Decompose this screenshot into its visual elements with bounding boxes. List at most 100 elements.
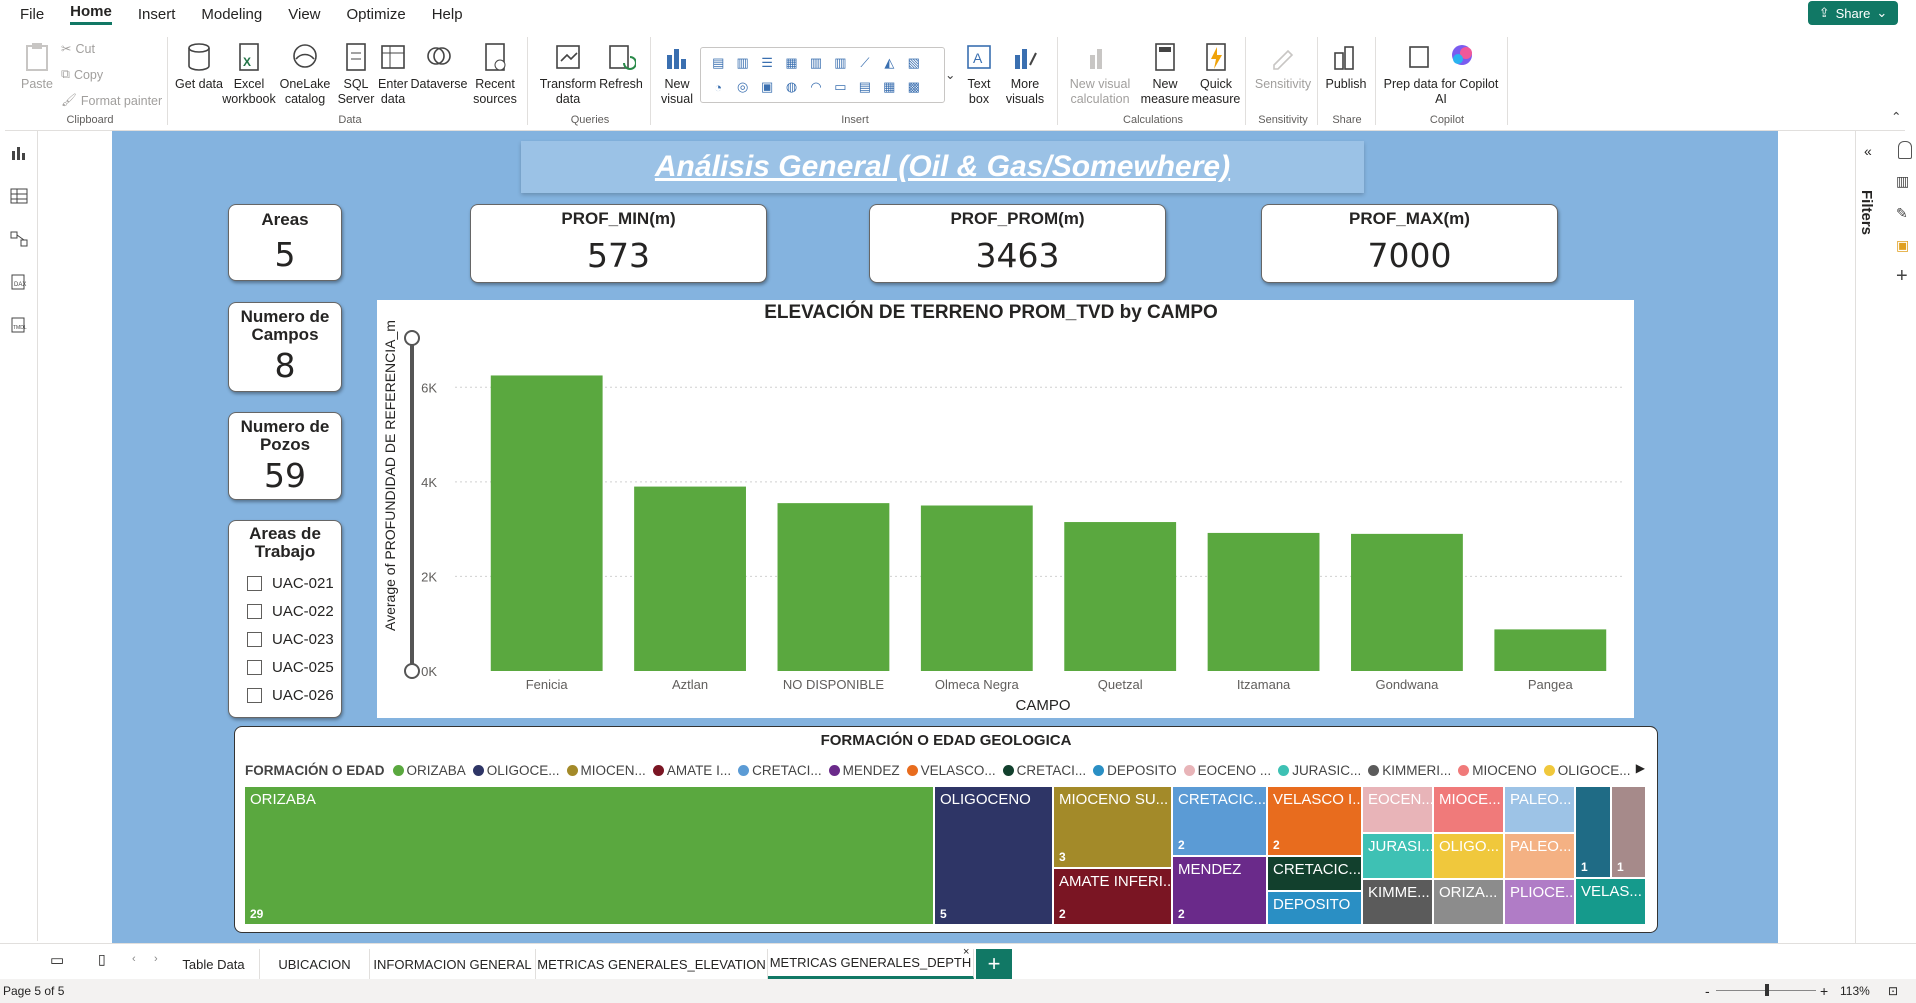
build-visual-icon[interactable]: ▥ bbox=[1896, 173, 1909, 190]
pie-chart-icon[interactable]: ◔ bbox=[706, 75, 730, 99]
checkbox[interactable] bbox=[247, 603, 262, 619]
legend-item[interactable]: JURASIC... bbox=[1278, 763, 1361, 778]
dax-query-icon[interactable]: DAX bbox=[10, 274, 28, 290]
tab-ubicacion[interactable]: UBICACION bbox=[260, 949, 370, 979]
checkbox[interactable] bbox=[247, 631, 262, 647]
menu-view[interactable]: View bbox=[288, 6, 320, 23]
menu-file[interactable]: File bbox=[20, 6, 44, 23]
card-prof-prom[interactable]: PROF_PROM(m) 3463 bbox=[869, 204, 1166, 283]
legend-item[interactable]: CRETACI... bbox=[1002, 763, 1086, 778]
close-tab-icon[interactable]: × bbox=[963, 946, 969, 958]
report-view-icon[interactable] bbox=[10, 145, 28, 161]
treemap-tile[interactable]: CRETACIC... 2 bbox=[1173, 787, 1268, 857]
collapse-ribbon-icon[interactable]: ⌃ bbox=[1891, 109, 1901, 124]
treemap-tile[interactable]: MENDEZ 2 bbox=[1173, 857, 1268, 926]
text-box-button[interactable]: A Text box bbox=[961, 41, 997, 107]
refresh-button[interactable]: Refresh bbox=[599, 41, 643, 92]
table-icon[interactable]: ▦ bbox=[877, 75, 901, 99]
zoom-out-icon[interactable]: - bbox=[1705, 983, 1710, 999]
copy-button[interactable]: ⧉ Copy bbox=[61, 67, 103, 82]
treemap-tile[interactable]: ORIZA... bbox=[1434, 880, 1505, 926]
visual-gallery[interactable]: ▤ ▥ ☰ ▦ ▥ ▥ ⟋ ◭ ▧ ◔ ◎ ▣ ◍ ◠ ▭ ▤ ▦ ▩ bbox=[700, 47, 945, 103]
treemap-tile[interactable]: MIOCE... bbox=[1434, 787, 1505, 834]
desktop-layout-icon[interactable]: ▭ bbox=[50, 951, 64, 969]
enter-data-button[interactable]: Enter data bbox=[375, 41, 411, 107]
treemap-tile[interactable]: JURASI... bbox=[1363, 834, 1434, 880]
menu-modeling[interactable]: Modeling bbox=[201, 6, 262, 23]
add-pane-icon[interactable]: + bbox=[1896, 265, 1908, 288]
slicer-item[interactable]: UAC-022 bbox=[229, 597, 341, 625]
legend-item[interactable]: MENDEZ bbox=[828, 763, 900, 778]
table-view-icon[interactable] bbox=[10, 188, 28, 204]
treemap-tile[interactable]: VELASCO I... 2 bbox=[1268, 787, 1363, 857]
column-chart-icon[interactable]: ▦ bbox=[779, 51, 803, 75]
legend-item[interactable]: OLIGOCE... bbox=[1543, 763, 1631, 778]
data-pane-icon[interactable] bbox=[1898, 141, 1912, 159]
get-data-button[interactable]: Get data bbox=[175, 41, 223, 92]
cut-button[interactable]: ✂ Cut bbox=[61, 41, 95, 57]
onelake-catalog-button[interactable]: OneLake catalog bbox=[277, 41, 333, 107]
treemap-tile[interactable]: DEPOSITO bbox=[1268, 892, 1363, 926]
treemap-tile[interactable]: ORIZABA 29 bbox=[245, 787, 935, 926]
mobile-layout-icon[interactable]: ▯ bbox=[98, 951, 106, 968]
paste-button[interactable]: Paste bbox=[17, 41, 57, 92]
tab-table-data[interactable]: Table Data bbox=[168, 949, 260, 979]
card-numero-campos[interactable]: Numero de Campos 8 bbox=[228, 302, 342, 392]
treemap-tile[interactable]: PLIOCE... bbox=[1505, 880, 1576, 926]
gallery-expand-icon[interactable]: ⌄ bbox=[945, 67, 955, 82]
treemap-tile[interactable]: PALEO... bbox=[1505, 834, 1576, 880]
card-numero-pozos[interactable]: Numero de Pozos 59 bbox=[228, 412, 342, 500]
map-icon[interactable]: ◍ bbox=[779, 75, 803, 99]
card-icon[interactable]: ▭ bbox=[828, 75, 852, 99]
legend-item[interactable]: KIMMERI... bbox=[1368, 763, 1451, 778]
donut-chart-icon[interactable]: ◎ bbox=[730, 75, 754, 99]
quick-measure-button[interactable]: Quick measure bbox=[1191, 41, 1241, 107]
slicer-item[interactable]: UAC-025 bbox=[229, 653, 341, 681]
filters-pane-tab[interactable]: Filters bbox=[1858, 190, 1875, 235]
checkbox[interactable] bbox=[247, 687, 262, 703]
tab-metricas-depth[interactable]: METRICAS GENERALES_DEPTH bbox=[768, 949, 974, 979]
menu-insert[interactable]: Insert bbox=[138, 6, 176, 23]
bookmark-icon[interactable]: ▣ bbox=[1896, 237, 1909, 254]
collapse-filters-icon[interactable]: « bbox=[1864, 143, 1872, 159]
legend-item[interactable]: OLIGOCE... bbox=[472, 763, 560, 778]
format-painter-button[interactable]: 🖌 Format painter bbox=[61, 93, 162, 108]
tab-informacion-general[interactable]: INFORMACION GENERAL bbox=[370, 949, 536, 979]
excel-workbook-button[interactable]: X Excel workbook bbox=[222, 41, 276, 107]
slicer-item[interactable]: UAC-021 bbox=[229, 569, 341, 597]
treemap-tile[interactable]: KIMME... bbox=[1363, 880, 1434, 926]
column-chart-icon[interactable]: ▥ bbox=[730, 51, 754, 75]
line-chart-icon[interactable]: ⟋ bbox=[853, 51, 877, 75]
more-visuals-button[interactable]: More visuals bbox=[999, 41, 1051, 107]
legend-item[interactable]: VELASCO... bbox=[906, 763, 996, 778]
treemap-tile[interactable]: PALEO... bbox=[1505, 787, 1576, 834]
treemap-tile[interactable]: VELAS... bbox=[1576, 879, 1647, 926]
prev-page-icon[interactable]: ‹ bbox=[132, 953, 136, 965]
waterfall-chart-icon[interactable]: ▧ bbox=[902, 51, 926, 75]
dataverse-button[interactable]: Dataverse bbox=[411, 41, 468, 92]
gauge-icon[interactable]: ◠ bbox=[804, 75, 828, 99]
treemap-tile[interactable]: 1 bbox=[1576, 787, 1612, 879]
zoom-slider-thumb[interactable] bbox=[1765, 984, 1769, 996]
recent-sources-button[interactable]: Recent sources bbox=[469, 41, 521, 107]
area-chart-icon[interactable]: ◭ bbox=[877, 51, 901, 75]
add-page-button[interactable]: + bbox=[976, 949, 1012, 979]
legend-item[interactable]: MIOCENO bbox=[1458, 763, 1537, 778]
column-chart-icon[interactable]: ▥ bbox=[804, 51, 828, 75]
bar-chart-icon[interactable]: ▤ bbox=[706, 51, 730, 75]
legend-item[interactable]: AMATE I... bbox=[652, 763, 731, 778]
treemap-tile[interactable]: EOCEN... bbox=[1363, 787, 1434, 834]
share-button[interactable]: ⇪ Share ⌄ bbox=[1808, 1, 1898, 25]
matrix-icon[interactable]: ▩ bbox=[902, 75, 926, 99]
legend-item[interactable]: ORIZABA bbox=[392, 763, 466, 778]
treemap-tile[interactable]: OLIGO... bbox=[1434, 834, 1505, 880]
prep-data-copilot-button[interactable]: Prep data for Copilot AI bbox=[1381, 41, 1501, 107]
multi-card-icon[interactable]: ▤ bbox=[853, 75, 877, 99]
treemap-icon[interactable]: ▣ bbox=[755, 75, 779, 99]
transform-data-button[interactable]: Transform data bbox=[535, 41, 601, 107]
bar-chart-icon[interactable]: ☰ bbox=[755, 51, 779, 75]
legend-item[interactable]: MIOCEN... bbox=[566, 763, 646, 778]
slicer-item[interactable]: UAC-023 bbox=[229, 625, 341, 653]
card-areas[interactable]: Areas 5 bbox=[228, 204, 342, 281]
publish-button[interactable]: Publish bbox=[1323, 41, 1369, 92]
